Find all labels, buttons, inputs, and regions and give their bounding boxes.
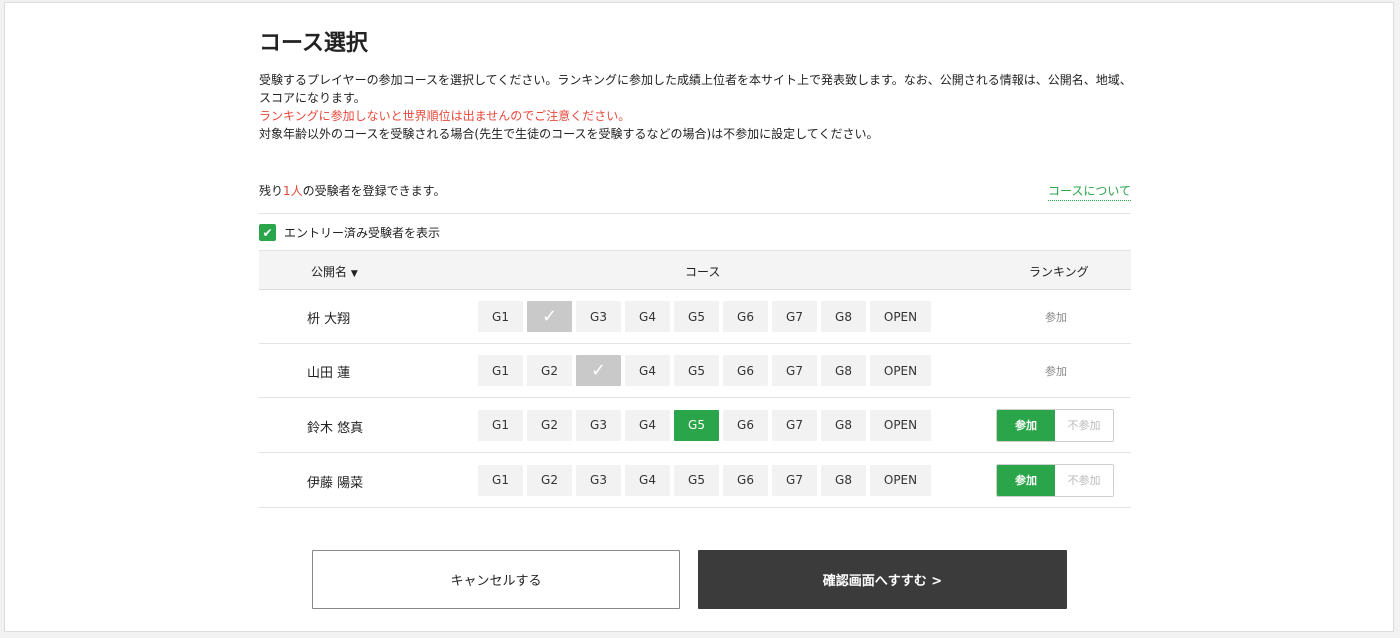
ranking-decline-button[interactable]: 不参加 [1055,409,1113,441]
course-selected-check-icon[interactable]: ✓ [576,355,621,386]
course-button-g2[interactable]: G2 [527,409,572,441]
course-button-open[interactable]: OPEN [870,464,931,496]
course-button-group: G1 ✓ G3 G4 G5 G6 G7 G8 OPEN [478,301,931,332]
course-button-g7[interactable]: G7 [772,464,817,496]
player-name: 枡 大翔 [307,312,351,327]
ranking-warning: ランキングに参加しないと世界順位は出ませんのでご注意ください。 [259,109,631,123]
course-button-g8[interactable]: G8 [821,355,866,386]
ranking-status: 参加 [1045,365,1067,378]
course-button-open[interactable]: OPEN [870,301,931,332]
ranking-join-button[interactable]: 参加 [997,464,1055,496]
course-button-g3[interactable]: G3 [576,409,621,441]
table-header: 公開名 ▼ コース ランキング [259,250,1131,290]
course-button-g1[interactable]: G1 [478,409,523,441]
content-panel: コース選択 受験するプレイヤーの参加コースを選択してください。ランキングに参加し… [4,2,1394,632]
course-button-g1[interactable]: G1 [478,464,523,496]
table-row: 枡 大翔 G1 ✓ G3 G4 G5 G6 G7 G8 OPEN 参加 [259,290,1131,344]
ranking-decline-button[interactable]: 不参加 [1055,464,1113,496]
next-confirm-button[interactable]: 確認画面へすすむ > [698,550,1067,609]
player-name: 伊藤 陽菜 [307,475,364,491]
player-name: 山田 蓮 [307,366,351,381]
course-button-g2[interactable]: G2 [527,355,572,386]
course-button-g7[interactable]: G7 [772,409,817,441]
course-button-g1[interactable]: G1 [478,355,523,386]
course-selected-check-icon[interactable]: ✓ [527,301,572,332]
course-header: コース [685,265,721,279]
course-button-g5[interactable]: G5 [674,464,719,496]
sort-down-icon: ▼ [350,269,358,279]
about-courses-link[interactable]: コースについて [1047,182,1131,201]
course-button-g4[interactable]: G4 [625,355,670,386]
course-button-g3[interactable]: G3 [576,301,621,332]
table-row: 山田 蓮 G1 G2 ✓ G4 G5 G6 G7 G8 OPEN 参加 [259,344,1131,398]
sort-by-name-header[interactable]: 公開名 ▼ [311,263,358,280]
ranking-toggle: 参加 不参加 [996,408,1114,442]
description-line: 対象年齢以外のコースを受験される場合(先生で生徒のコースを受験するなどの場合)は… [259,127,879,141]
course-button-g6[interactable]: G6 [723,301,768,332]
course-button-g4[interactable]: G4 [625,464,670,496]
course-button-g5[interactable]: G5 [674,409,719,441]
course-button-g6[interactable]: G6 [723,464,768,496]
course-button-g7[interactable]: G7 [772,355,817,386]
divider [259,213,1131,214]
course-button-g1[interactable]: G1 [478,301,523,332]
player-name: 鈴木 悠真 [307,420,364,436]
description: 受験するプレイヤーの参加コースを選択してください。ランキングに参加した成績上位者… [259,71,1139,143]
ranking-header: ランキング [1029,265,1089,279]
course-button-group: G1 G2 ✓ G4 G5 G6 G7 G8 OPEN [478,355,931,386]
show-entered-toggle[interactable]: ✔ エントリー済み受験者を表示 [259,224,440,241]
page-title: コース選択 [259,31,368,56]
course-button-g4[interactable]: G4 [625,409,670,441]
show-entered-label: エントリー済み受験者を表示 [284,226,441,240]
description-line: 受験するプレイヤーの参加コースを選択してください。ランキングに参加した成績上位者… [259,73,1132,105]
cancel-button[interactable]: キャンセルする [312,550,680,609]
checkbox-checked-icon[interactable]: ✔ [259,224,276,241]
course-button-g5[interactable]: G5 [674,355,719,386]
course-button-g6[interactable]: G6 [723,355,768,386]
table-row: 伊藤 陽菜 G1 G2 G3 G4 G5 G6 G7 G8 OPEN 参加 不参加 [259,453,1131,508]
course-button-g4[interactable]: G4 [625,301,670,332]
course-button-open[interactable]: OPEN [870,409,931,441]
course-button-g8[interactable]: G8 [821,464,866,496]
ranking-join-button[interactable]: 参加 [997,409,1055,441]
course-button-g2[interactable]: G2 [527,464,572,496]
ranking-status: 参加 [1045,311,1067,324]
course-button-g6[interactable]: G6 [723,409,768,441]
course-button-g3[interactable]: G3 [576,464,621,496]
course-button-g8[interactable]: G8 [821,301,866,332]
course-button-g5[interactable]: G5 [674,301,719,332]
remaining-count-text: 残り1人の受験者を登録できます。 [259,184,446,198]
table-row: 鈴木 悠真 G1 G2 G3 G4 G5 G6 G7 G8 OPEN 参加 不参加 [259,398,1131,453]
ranking-toggle: 参加 不参加 [996,463,1114,497]
course-button-open[interactable]: OPEN [870,355,931,386]
course-button-g7[interactable]: G7 [772,301,817,332]
remaining-count: 1人 [283,184,303,198]
course-button-g8[interactable]: G8 [821,409,866,441]
course-button-group: G1 G2 G3 G4 G5 G6 G7 G8 OPEN [478,464,931,496]
course-button-group: G1 G2 G3 G4 G5 G6 G7 G8 OPEN [478,409,931,441]
